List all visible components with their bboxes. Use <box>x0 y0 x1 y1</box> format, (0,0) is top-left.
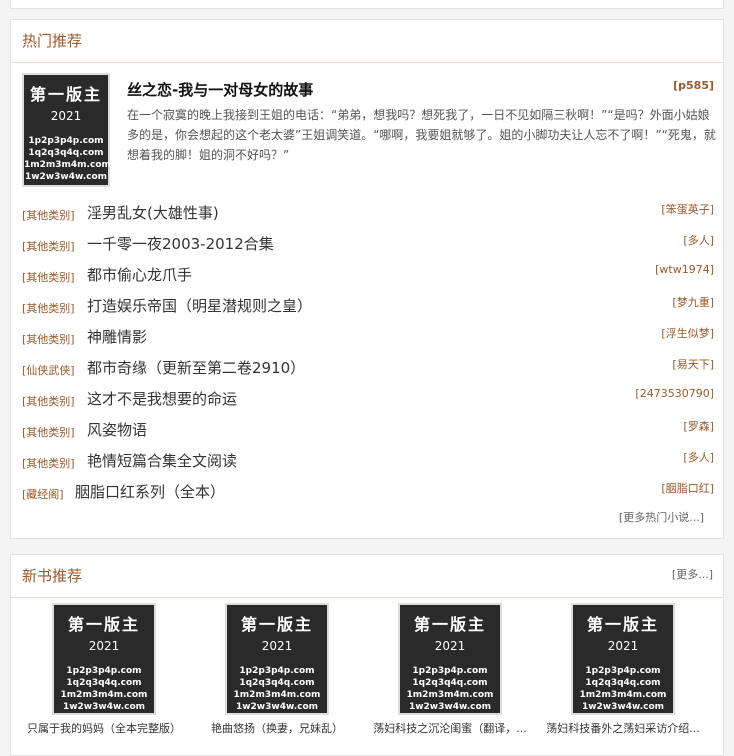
cover-url: 1w2w3w4w.com <box>581 702 665 712</box>
new-books-grid: 第一版主 2021 1p2p3p4p.com 1q2q3q4q.com 1m2m… <box>11 603 723 753</box>
cover-year: 2021 <box>88 639 120 653</box>
author-link[interactable]: [wtw1974] <box>655 263 714 276</box>
author-link[interactable]: [易天下] <box>672 356 714 372</box>
new-books-heading: 新书推荐 <box>22 567 83 585</box>
cover-url: 1p2p3p4p.com <box>239 666 315 676</box>
author-link[interactable]: [罗森] <box>683 418 714 434</box>
cover-url: 1q2q3q4q.com <box>412 678 488 688</box>
book-title-link[interactable]: 这才不是我想要的命运 <box>87 388 237 409</box>
list-item: [藏经阁] 胭脂口红系列（全本） [胭脂口红] <box>22 477 714 508</box>
book-cover-image[interactable]: 第一版主 2021 1p2p3p4p.com 1q2q3q4q.com 1m2m… <box>571 603 675 715</box>
cover-url: 1p2p3p4p.com <box>412 666 488 676</box>
category-link[interactable]: [其他类别] <box>22 424 75 440</box>
cover-url: 1w2w3w4w.com <box>62 702 146 712</box>
list-item: [其他类别] 这才不是我想要的命运 [2473530790] <box>22 384 714 415</box>
author-link[interactable]: [胭脂口红] <box>661 480 714 496</box>
cover-url: 1q2q3q4q.com <box>585 678 661 688</box>
hot-recommend-panel: 热门推荐 第一版主 2021 1p2p3p4p.com 1q2q3q4q.com… <box>10 19 724 539</box>
book-title-link[interactable]: 荡妇科技之沉沦闺蜜（翻译，... <box>364 720 536 736</box>
category-link[interactable]: [其他类别] <box>22 269 75 285</box>
cover-url: 1p2p3p4p.com <box>28 136 104 146</box>
cover-url: 1m2m3m4m.com <box>24 160 111 170</box>
cover-url: 1p2p3p4p.com <box>585 666 661 676</box>
more-hot-novels-link[interactable]: [更多热门小说...] <box>619 509 704 525</box>
list-item: [其他类别] 淫男乱女(大雄性事) [笨蛋英子] <box>22 198 714 229</box>
author-link[interactable]: [多人] <box>683 232 714 248</box>
cover-logo: 第一版主 <box>29 85 102 104</box>
book-title-link[interactable]: 胭脂口红系列（全本） <box>75 481 225 502</box>
cover-year: 2021 <box>434 639 466 653</box>
author-link[interactable]: [浮生似梦] <box>661 325 714 341</box>
cover-url: 1w2w3w4w.com <box>235 702 319 712</box>
cover-year: 2021 <box>261 639 293 653</box>
cover-url: 1q2q3q4q.com <box>239 678 315 688</box>
book-card[interactable]: 第一版主 2021 1p2p3p4p.com 1q2q3q4q.com 1m2m… <box>18 603 190 736</box>
book-title-link[interactable]: 打造娱乐帝国（明星潜规则之皇） <box>87 295 312 316</box>
list-item: [其他类别] 都市偷心龙爪手 [wtw1974] <box>22 260 714 291</box>
featured-cover-image[interactable]: 第一版主 2021 1p2p3p4p.com 1q2q3q4q.com 1m2m… <box>22 73 111 187</box>
list-item: [其他类别] 艳情短篇合集全文阅读 [多人] <box>22 446 714 477</box>
new-books-panel: 新书推荐 [更多...] 第一版主 2021 1p2p3p4p.com 1q2q… <box>10 554 724 756</box>
book-cover-image[interactable]: 第一版主 2021 1p2p3p4p.com 1q2q3q4q.com 1m2m… <box>225 603 329 715</box>
list-item: [其他类别] 风姿物语 [罗森] <box>22 415 714 446</box>
previous-panel-edge <box>10 0 724 9</box>
cover-logo: 第一版主 <box>240 615 313 634</box>
featured-book[interactable]: 第一版主 2021 1p2p3p4p.com 1q2q3q4q.com 1m2m… <box>22 73 716 193</box>
book-title-link[interactable]: 只属于我的妈妈（全本完整版） <box>18 720 190 736</box>
category-link[interactable]: [仙侠武侠] <box>22 362 75 378</box>
category-link[interactable]: [其他类别] <box>22 393 75 409</box>
cover-url: 1q2q3q4q.com <box>28 148 104 158</box>
list-item: [其他类别] 一千零一夜2003-2012合集 [多人] <box>22 229 714 260</box>
cover-url: 1m2m3m4m.com <box>233 690 321 700</box>
book-cover-image[interactable]: 第一版主 2021 1p2p3p4p.com 1q2q3q4q.com 1m2m… <box>52 603 156 715</box>
more-new-books-link[interactable]: [更多...] <box>672 555 713 595</box>
author-link[interactable]: [笨蛋英子] <box>661 201 714 217</box>
book-title-link[interactable]: 都市偷心龙爪手 <box>87 264 192 285</box>
hot-recommend-heading: 热门推荐 <box>11 20 723 63</box>
cover-url: 1q2q3q4q.com <box>66 678 142 688</box>
book-card[interactable]: 第一版主 2021 1p2p3p4p.com 1q2q3q4q.com 1m2m… <box>537 603 709 736</box>
cover-logo: 第一版主 <box>586 615 659 634</box>
cover-year: 2021 <box>607 639 639 653</box>
book-title-link[interactable]: 艳曲悠扬（换妻，兄妹乱） <box>191 720 363 736</box>
featured-page-count: [p585] <box>673 79 714 92</box>
cover-logo: 第一版主 <box>413 615 486 634</box>
cover-year: 2021 <box>50 109 82 123</box>
category-link[interactable]: [其他类别] <box>22 300 75 316</box>
hot-book-list: [其他类别] 淫男乱女(大雄性事) [笨蛋英子] [其他类别] 一千零一夜200… <box>22 198 714 508</box>
category-link[interactable]: [其他类别] <box>22 455 75 471</box>
book-title-link[interactable]: 神雕情影 <box>87 326 147 347</box>
book-card[interactable]: 第一版主 2021 1p2p3p4p.com 1q2q3q4q.com 1m2m… <box>364 603 536 736</box>
book-title-link[interactable]: 艳情短篇合集全文阅读 <box>87 450 237 471</box>
cover-url: 1p2p3p4p.com <box>66 666 142 676</box>
cover-url: 1m2m3m4m.com <box>406 690 494 700</box>
list-item: [其他类别] 神雕情影 [浮生似梦] <box>22 322 714 353</box>
cover-url: 1m2m3m4m.com <box>60 690 148 700</box>
new-books-header: 新书推荐 [更多...] <box>11 555 723 598</box>
category-link[interactable]: [其他类别] <box>22 207 75 223</box>
featured-title-link[interactable]: 丝之恋-我与一对母女的故事 <box>127 79 313 100</box>
book-cover-image[interactable]: 第一版主 2021 1p2p3p4p.com 1q2q3q4q.com 1m2m… <box>398 603 502 715</box>
author-link[interactable]: [梦九重] <box>672 294 714 310</box>
category-link[interactable]: [其他类别] <box>22 331 75 347</box>
cover-url: 1w2w3w4w.com <box>24 172 108 182</box>
book-title-link[interactable]: 一千零一夜2003-2012合集 <box>87 233 274 254</box>
book-title-link[interactable]: 都市奇缘（更新至第二卷2910） <box>87 357 305 378</box>
book-card[interactable]: 第一版主 2021 1p2p3p4p.com 1q2q3q4q.com 1m2m… <box>191 603 363 736</box>
author-link[interactable]: [多人] <box>683 449 714 465</box>
book-title-link[interactable]: 荡妇科技番外之荡妇采访介绍... <box>537 720 709 736</box>
list-item: [其他类别] 打造娱乐帝国（明星潜规则之皇） [梦九重] <box>22 291 714 322</box>
category-link[interactable]: [其他类别] <box>22 238 75 254</box>
book-title-link[interactable]: 淫男乱女(大雄性事) <box>87 202 219 223</box>
cover-url: 1m2m3m4m.com <box>579 690 667 700</box>
author-link[interactable]: [2473530790] <box>635 387 714 400</box>
book-title-link[interactable]: 风姿物语 <box>87 419 147 440</box>
cover-url: 1w2w3w4w.com <box>408 702 492 712</box>
category-link[interactable]: [藏经阁] <box>22 486 64 502</box>
featured-description: 在一个寂寞的晚上我接到王姐的电话：“弟弟，想我吗？想死我了，一日不见如隔三秋啊！… <box>127 108 716 162</box>
cover-logo: 第一版主 <box>67 615 140 634</box>
list-item: [仙侠武侠] 都市奇缘（更新至第二卷2910） [易天下] <box>22 353 714 384</box>
